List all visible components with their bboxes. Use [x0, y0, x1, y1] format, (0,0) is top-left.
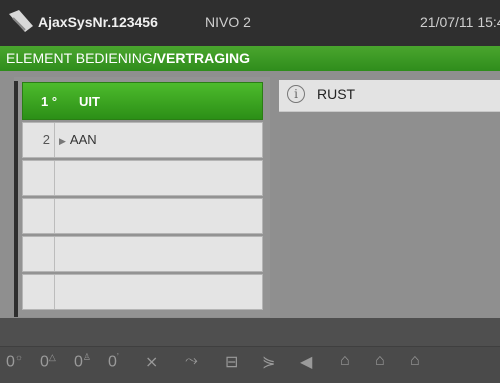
scrollbar[interactable] — [14, 81, 18, 317]
toolbar-separator — [0, 318, 500, 347]
list-item-empty[interactable] — [22, 274, 263, 310]
bell-off-icon[interactable]: ⨯ — [145, 352, 158, 372]
lock-icon[interactable]: ⌂ — [375, 352, 385, 370]
item-label: ▶ AAN — [59, 132, 97, 147]
breadcrumb-part1: ELEMENT BEDIENING — [6, 50, 153, 66]
option-list: 1 ° UIT 2 ▶ AAN — [22, 82, 264, 312]
arrow-right-icon: ▶ — [59, 136, 66, 146]
list-item-uit[interactable]: 1 ° UIT — [22, 82, 263, 120]
item-number — [23, 275, 55, 309]
zone-signal-icon[interactable]: 0ʼ — [108, 352, 119, 371]
lock-open-icon[interactable]: ⌂ — [340, 352, 350, 370]
wrench-icon[interactable]: ⋟ — [262, 352, 275, 372]
status-panel: i RUST — [279, 80, 500, 112]
level-indicator: NIVO 2 — [205, 14, 251, 30]
item-number — [23, 237, 55, 271]
zone-sun-icon[interactable]: 0☼ — [6, 352, 23, 371]
list-item-aan[interactable]: 2 ▶ AAN — [22, 122, 263, 158]
item-label: UIT — [79, 94, 100, 109]
datetime-display: 21/07/11 15:46 — [420, 14, 500, 30]
header-bar: AjaxSysNr.123456 NIVO 2 21/07/11 15:46 — [0, 0, 500, 46]
item-number: 1 ° — [41, 94, 58, 109]
item-number — [23, 161, 55, 195]
bottom-toolbar: 0☼ 0△ 0♙ 0ʼ ⨯ ⤳ ⊟ ⋟ ◀ ⌂ ⌂ ⌂ — [0, 318, 500, 383]
item-number — [23, 199, 55, 233]
speaker-icon[interactable]: ◀ — [300, 352, 312, 372]
breadcrumb: ELEMENT BEDIENING/VERTRAGING — [0, 46, 500, 71]
system-name: AjaxSysNr.123456 — [38, 14, 158, 30]
breadcrumb-part2: VERTRAGING — [156, 50, 251, 66]
toolbar-icons: 0☼ 0△ 0♙ 0ʼ ⨯ ⤳ ⊟ ⋟ ◀ ⌂ ⌂ ⌂ — [0, 352, 500, 383]
list-item-empty[interactable] — [22, 236, 263, 272]
lock-icon-2[interactable]: ⌂ — [410, 352, 420, 370]
list-item-empty[interactable] — [22, 160, 263, 196]
zone-person-icon[interactable]: 0♙ — [74, 352, 91, 371]
siren-icon[interactable]: ⊟ — [225, 352, 238, 372]
list-item-empty[interactable] — [22, 198, 263, 234]
satellite-dish-icon — [9, 10, 33, 32]
status-text: RUST — [317, 86, 356, 102]
zone-warning-icon[interactable]: 0△ — [40, 352, 56, 371]
alarm-off-icon[interactable]: ⤳ — [185, 352, 198, 370]
info-icon[interactable]: i — [287, 85, 305, 103]
item-number: 2 — [23, 123, 55, 157]
